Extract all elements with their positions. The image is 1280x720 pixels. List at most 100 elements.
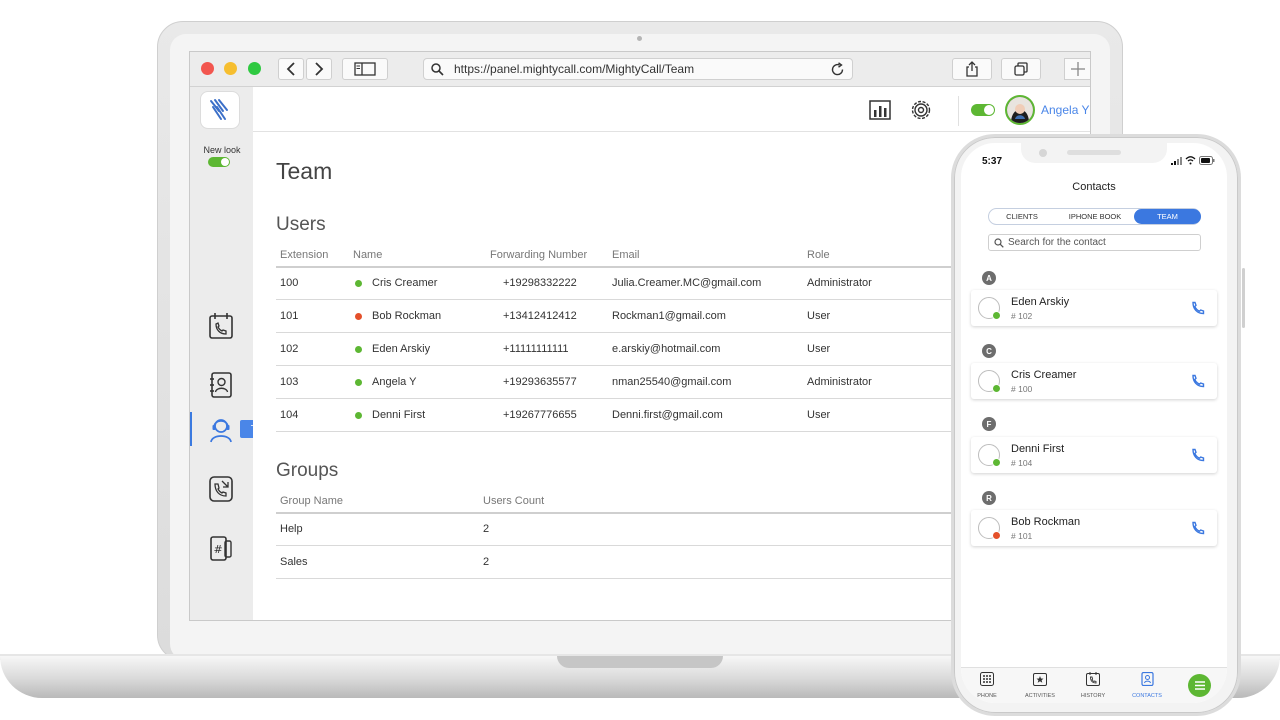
- row-divider: [276, 398, 956, 399]
- user-email: e.arskiy@hotmail.com: [612, 343, 721, 355]
- app-sidebar: New look Team #: [190, 87, 286, 620]
- column-header-email: Email: [612, 249, 640, 261]
- phone-call-icon[interactable]: [1191, 301, 1205, 315]
- groups-header-divider: [276, 512, 956, 514]
- mightycall-logo[interactable]: [200, 91, 240, 129]
- group-count: 2: [483, 523, 490, 535]
- header-divider: [958, 96, 959, 126]
- group-count: 2: [483, 556, 490, 568]
- share-button[interactable]: [952, 58, 992, 80]
- user-extension: 101: [280, 310, 299, 322]
- row-divider: [276, 365, 956, 366]
- camera-dot: [637, 36, 642, 41]
- contact-item[interactable]: Bob Rockman # 101: [971, 510, 1217, 546]
- status-online-dot: [355, 412, 362, 419]
- reports-button[interactable]: [869, 99, 891, 121]
- address-bar[interactable]: https://panel.mightycall.com/MightyCall/…: [423, 58, 853, 80]
- section-letter: R: [982, 491, 996, 505]
- dialpad-icon: [980, 672, 994, 686]
- tab-contacts[interactable]: CONTACTS: [1127, 671, 1167, 699]
- user-name-cell: Bob Rockman: [372, 310, 442, 322]
- close-window-button[interactable]: [201, 62, 214, 75]
- row-divider: [276, 578, 956, 579]
- user-forwarding: +11111111111: [503, 343, 569, 355]
- user-forwarding: +19293635577: [503, 376, 577, 388]
- sidebar-item-numbers[interactable]: #: [206, 533, 236, 563]
- status-online-dot: [992, 384, 1001, 393]
- segment-team[interactable]: TEAM: [1134, 209, 1201, 224]
- battery-icon: [1199, 156, 1215, 165]
- tab-label: CONTACTS: [1132, 693, 1162, 699]
- history-calendar-icon: [1086, 672, 1100, 686]
- new-look-toggle[interactable]: [208, 157, 230, 167]
- contact-extension: # 101: [1011, 531, 1033, 541]
- signal-icon: [1171, 157, 1182, 165]
- phone-call-icon[interactable]: [1191, 374, 1205, 388]
- section-letter: C: [982, 344, 996, 358]
- avatar[interactable]: [1005, 95, 1035, 125]
- user-name-cell: Angela Y: [372, 376, 417, 388]
- contacts-segmented-control: CLIENTS IPHONE BOOK TEAM: [988, 208, 1201, 225]
- status-time: 5:37: [982, 156, 1003, 167]
- back-button[interactable]: [278, 58, 304, 80]
- user-email: Denni.first@gmail.com: [612, 409, 723, 421]
- column-header-forwarding: Forwarding Number: [490, 249, 588, 261]
- tabs-overview-button[interactable]: [1001, 58, 1041, 80]
- user-avatar-icon: [1007, 97, 1033, 123]
- tabs-icon: [1014, 62, 1028, 76]
- availability-toggle[interactable]: [971, 104, 995, 116]
- tab-phone[interactable]: PHONE: [967, 672, 1007, 699]
- user-role: User: [807, 409, 831, 421]
- settings-button[interactable]: [910, 99, 932, 121]
- tab-history[interactable]: HISTORY: [1073, 672, 1113, 699]
- sidebar-item-team[interactable]: [206, 414, 236, 444]
- contact-item[interactable]: Cris Creamer # 100: [971, 363, 1217, 399]
- speaker-grille: [1067, 150, 1121, 155]
- tab-label: HISTORY: [1080, 693, 1106, 699]
- column-header-group-name: Group Name: [280, 495, 343, 507]
- maximize-window-button[interactable]: [248, 62, 261, 75]
- calendar-phone-icon: [209, 313, 233, 339]
- sidebar-item-contacts[interactable]: [206, 370, 236, 400]
- user-email: Julia.Creamer.MC@gmail.com: [612, 277, 762, 289]
- sidebar-item-call-flow[interactable]: [206, 474, 236, 504]
- phone-call-icon[interactable]: [1191, 448, 1205, 462]
- user-email: nman25540@gmail.com: [612, 376, 732, 388]
- reload-icon[interactable]: [830, 62, 845, 77]
- forward-button[interactable]: [306, 58, 332, 80]
- contact-item[interactable]: Eden Arskiy # 102: [971, 290, 1217, 326]
- segment-clients[interactable]: CLIENTS: [989, 209, 1055, 224]
- phone-numbers-icon: #: [210, 536, 232, 561]
- user-name[interactable]: Angela Y: [1041, 103, 1090, 117]
- gear-icon: [911, 100, 931, 120]
- menu-fab-button[interactable]: [1188, 674, 1211, 697]
- call-forward-icon: [209, 476, 233, 502]
- new-tab-button[interactable]: [1064, 58, 1090, 80]
- tab-activities[interactable]: ACTIVITIES: [1020, 672, 1060, 699]
- user-forwarding: +19298332222: [503, 277, 577, 289]
- status-online-dot: [992, 458, 1001, 467]
- status-online-dot: [355, 346, 362, 353]
- user-name-cell: Cris Creamer: [372, 277, 438, 289]
- contact-extension: # 102: [1011, 311, 1033, 321]
- user-extension: 104: [280, 409, 299, 421]
- segment-iphone-book[interactable]: IPHONE BOOK: [1057, 209, 1133, 224]
- team-headset-icon: [210, 419, 232, 443]
- user-name-cell: Eden Arskiy: [372, 343, 431, 355]
- sidebar-toggle-button[interactable]: [342, 58, 388, 80]
- status-online-dot: [355, 280, 362, 287]
- contact-name: Bob Rockman: [1011, 516, 1081, 528]
- row-divider: [276, 299, 956, 300]
- menu-icon: [1194, 681, 1205, 690]
- share-icon: [966, 61, 978, 77]
- contact-search-input[interactable]: Search for the contact: [988, 234, 1201, 251]
- phone-call-icon[interactable]: [1191, 521, 1205, 535]
- contact-item[interactable]: Denni First # 104: [971, 437, 1217, 473]
- tab-label: PHONE: [977, 693, 997, 699]
- minimize-window-button[interactable]: [224, 62, 237, 75]
- user-role: User: [807, 343, 831, 355]
- user-role: Administrator: [807, 277, 872, 289]
- user-role: Administrator: [807, 376, 872, 388]
- sidebar-item-calls[interactable]: [206, 311, 236, 341]
- section-letter: A: [982, 271, 996, 285]
